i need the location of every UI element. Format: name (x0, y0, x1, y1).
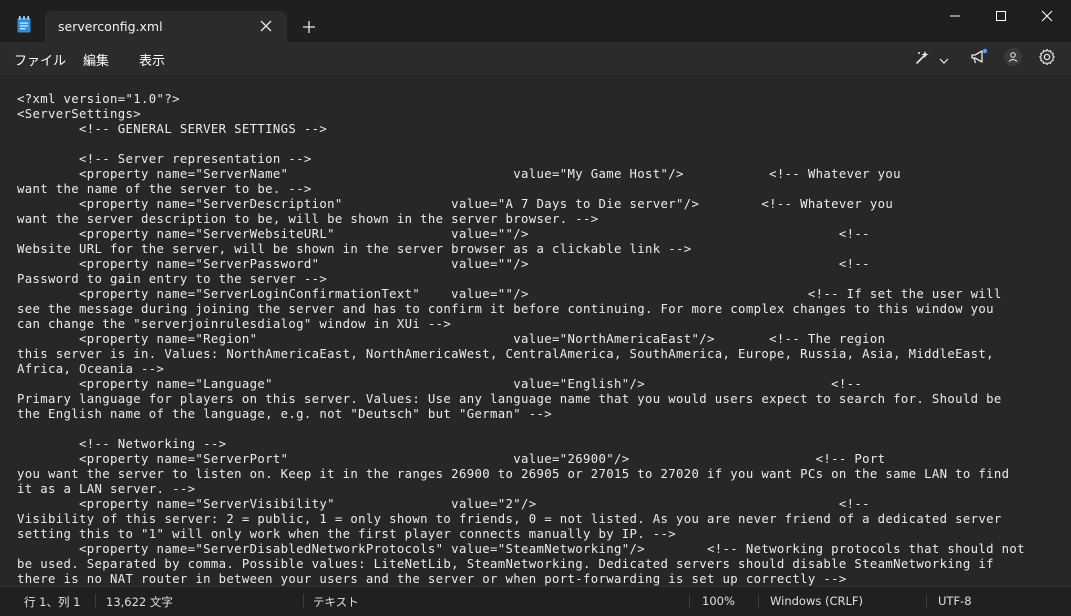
editor-line[interactable]: Africa, Oceania --> (17, 362, 1057, 377)
cursor-position: 行 1、列 1 (24, 595, 81, 609)
status-divider (926, 594, 927, 609)
editor-line[interactable]: <property name="ServerPassword" value=""… (17, 257, 1057, 272)
editor-line[interactable]: <!-- Server representation --> (17, 152, 1057, 167)
new-tab-plus-icon[interactable] (302, 19, 316, 33)
close-icon (1041, 7, 1053, 26)
editor-line[interactable]: setting this to "1" will only work when … (17, 527, 1057, 542)
editor-line[interactable]: <!-- GENERAL SERVER SETTINGS --> (17, 122, 1057, 137)
status-bar: 行 1、列 1 13,622 文字 テキスト 100% Windows (CRL… (0, 586, 1071, 616)
copilot-button[interactable] (912, 49, 952, 69)
feedback-button[interactable] (968, 48, 990, 70)
editor-line[interactable]: <property name="ServerPort" value="26900… (17, 452, 1057, 467)
close-window-button[interactable] (1024, 0, 1070, 32)
zoom-level[interactable]: 100% (702, 594, 735, 608)
gear-icon (1038, 48, 1056, 70)
editor-line[interactable] (17, 422, 1057, 437)
tab-title: serverconfig.xml (58, 19, 163, 34)
editor-line[interactable]: there is no NAT router in between your u… (17, 572, 1057, 586)
copilot-icon (915, 49, 933, 69)
editor-line[interactable]: Visibility of this server: 2 = public, 1… (17, 512, 1057, 527)
close-tab-icon[interactable] (259, 18, 273, 32)
menu-view[interactable]: 表示 (139, 50, 165, 69)
megaphone-icon (969, 48, 989, 70)
title-bar: serverconfig.xml (0, 0, 1071, 42)
editor-line[interactable]: be used. Separated by comma. Possible va… (17, 557, 1057, 572)
editor-line[interactable]: <property name="ServerWebsiteURL" value=… (17, 227, 1057, 242)
editor-line[interactable]: can change the "serverjoinrulesdialog" w… (17, 317, 1057, 332)
menu-file[interactable]: ファイル (14, 50, 66, 69)
account-button[interactable] (1002, 47, 1024, 71)
notepad-app-icon (17, 16, 31, 33)
editor-line[interactable] (17, 137, 1057, 152)
editor-line[interactable]: want the name of the server to be. --> (17, 182, 1057, 197)
editor-line[interactable]: Website URL for the server, will be show… (17, 242, 1057, 257)
chevron-down-icon (939, 50, 949, 69)
editor-line[interactable]: <ServerSettings> (17, 107, 1057, 122)
line-ending[interactable]: Windows (CRLF) (770, 594, 863, 608)
editor-line[interactable]: <?xml version="1.0"?> (17, 92, 1057, 107)
editor-line[interactable]: <!-- Networking --> (17, 437, 1057, 452)
menu-edit[interactable]: 編集 (83, 50, 109, 69)
editor-line[interactable]: Password to gain entry to the server --> (17, 272, 1057, 287)
editor-line[interactable]: <property name="ServerDisabledNetworkPro… (17, 542, 1057, 557)
format-indicator[interactable]: テキスト (313, 594, 359, 610)
tab-serverconfig[interactable]: serverconfig.xml (45, 11, 287, 42)
editor-line[interactable]: the English name of the language, e.g. n… (17, 407, 1057, 422)
editor-line[interactable]: <property name="ServerLoginConfirmationT… (17, 287, 1057, 302)
account-icon (1003, 47, 1023, 71)
editor-line[interactable]: <property name="Language" value="English… (17, 377, 1057, 392)
settings-button[interactable] (1036, 48, 1058, 70)
editor-text[interactable]: <?xml version="1.0"?> <ServerSettings> <!… (17, 92, 1057, 586)
editor-line[interactable]: Primary language for players on this ser… (17, 392, 1057, 407)
status-divider (95, 594, 96, 609)
editor-line[interactable]: it as a LAN server. --> (17, 482, 1057, 497)
editor-line[interactable]: want the server description to be, will … (17, 212, 1057, 227)
status-divider (303, 594, 304, 609)
editor-line[interactable]: <property name="ServerVisibility" value=… (17, 497, 1057, 512)
minimize-button[interactable] (932, 0, 978, 32)
text-editor[interactable]: <?xml version="1.0"?> <ServerSettings> <!… (0, 75, 1071, 586)
encoding[interactable]: UTF-8 (938, 594, 972, 608)
maximize-icon (995, 7, 1007, 26)
status-divider (689, 594, 690, 609)
editor-line[interactable]: you want the server to listen on. Keep i… (17, 467, 1057, 482)
editor-line[interactable]: <property name="Region" value="NorthAmer… (17, 332, 1057, 347)
editor-line[interactable]: see the message during joining the serve… (17, 302, 1057, 317)
minimize-icon (949, 7, 961, 26)
editor-line[interactable]: <property name="ServerDescription" value… (17, 197, 1057, 212)
menu-bar: ファイル 編集 表示 (0, 42, 1071, 75)
editor-line[interactable]: this server is in. Values: NorthAmericaE… (17, 347, 1057, 362)
status-divider (758, 594, 759, 609)
editor-line[interactable]: <property name="ServerName" value="My Ga… (17, 167, 1057, 182)
maximize-button[interactable] (978, 0, 1024, 32)
character-count: 13,622 文字 (106, 595, 173, 609)
